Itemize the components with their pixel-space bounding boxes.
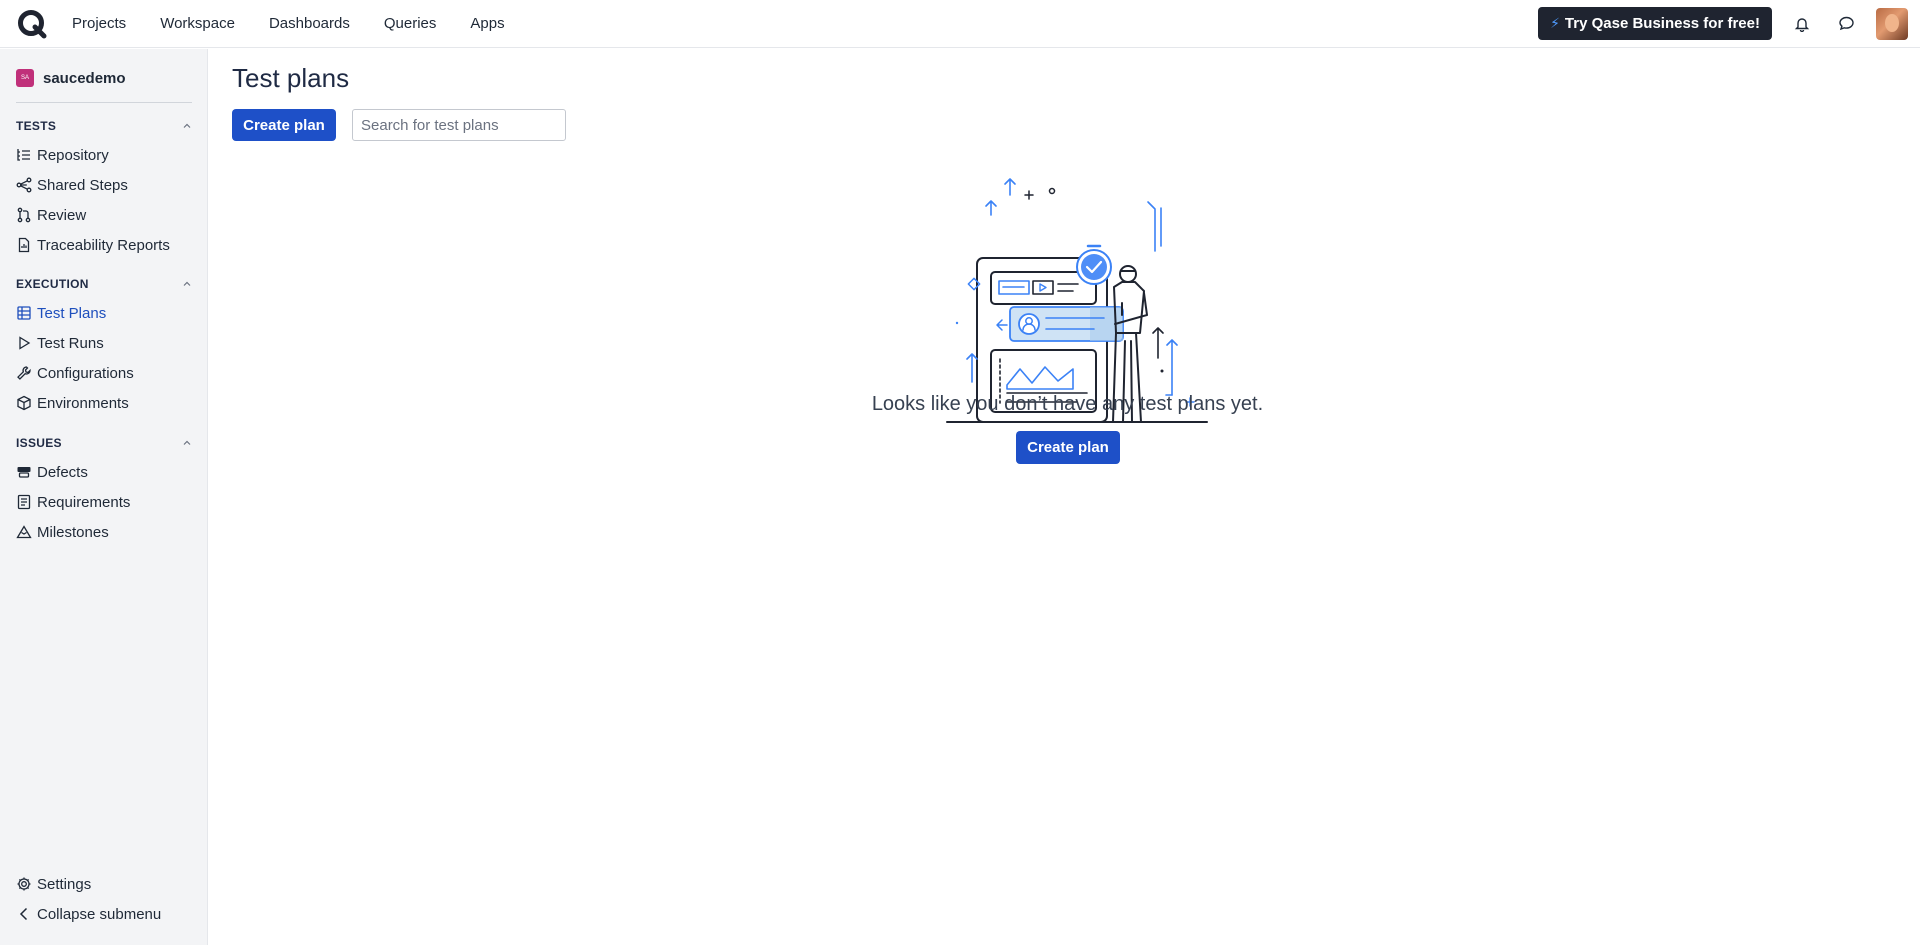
chat-icon[interactable] — [1832, 10, 1860, 38]
wrench-icon — [16, 365, 32, 381]
sidebar-item-label: Shared Steps — [37, 176, 128, 194]
sidebar: SA saucedemo TESTS Repository Shared Ste… — [0, 49, 208, 945]
box-icon — [16, 395, 32, 411]
section-title: TESTS — [16, 119, 57, 133]
section-tests-header[interactable]: TESTS — [0, 116, 208, 136]
shared-steps-icon — [16, 177, 32, 193]
sidebar-item-environments[interactable]: Environments — [0, 388, 208, 418]
section-execution-header[interactable]: EXECUTION — [0, 274, 208, 294]
sidebar-item-milestones[interactable]: Milestones — [0, 517, 208, 547]
repository-icon — [16, 147, 32, 163]
pull-request-icon — [16, 207, 32, 223]
section-title: ISSUES — [16, 436, 62, 450]
project-badge: SA — [16, 69, 34, 87]
sidebar-item-label: Defects — [37, 463, 88, 481]
nav-apps[interactable]: Apps — [470, 15, 504, 32]
lightning-icon: ⚡ — [1550, 15, 1560, 31]
create-plan-empty-button[interactable]: Create plan — [1016, 431, 1120, 464]
sidebar-item-label: Settings — [37, 875, 92, 893]
sidebar-item-defects[interactable]: Defects — [0, 457, 208, 487]
search-input[interactable] — [352, 109, 566, 141]
project-name: saucedemo — [43, 69, 126, 87]
play-icon — [16, 335, 32, 351]
try-business-label: Try Qase Business for free! — [1564, 15, 1760, 32]
empty-state-container: Looks like you don’t have any test plans… — [209, 393, 1920, 416]
section-tests: TESTS Repository Shared Steps Review Tra… — [0, 116, 208, 260]
bell-icon[interactable] — [1788, 10, 1816, 38]
report-icon — [16, 237, 32, 253]
nav-workspace[interactable]: Workspace — [160, 15, 235, 32]
test-plans-icon — [16, 305, 32, 321]
sidebar-bottom: Settings Collapse submenu — [0, 869, 208, 929]
page-title: Test plans — [232, 63, 350, 93]
chevron-up-icon — [183, 123, 191, 128]
sidebar-item-label: Repository — [37, 146, 109, 164]
sidebar-item-repository[interactable]: Repository — [0, 140, 208, 170]
sidebar-item-shared-steps[interactable]: Shared Steps — [0, 170, 208, 200]
empty-state-message: Looks like you don’t have any test plans… — [871, 393, 1264, 415]
sidebar-item-label: Configurations — [37, 364, 134, 382]
sidebar-item-label: Test Runs — [37, 334, 104, 352]
section-execution: EXECUTION Test Plans Test Runs Configura… — [0, 274, 208, 418]
project-selector[interactable]: SA saucedemo — [16, 69, 126, 87]
top-right-actions: ⚡ Try Qase Business for free! — [1538, 7, 1908, 40]
mountain-icon — [16, 524, 32, 540]
section-title: EXECUTION — [16, 277, 89, 291]
nav-projects[interactable]: Projects — [72, 15, 126, 32]
divider — [16, 102, 192, 103]
sidebar-item-settings[interactable]: Settings — [0, 869, 208, 899]
section-issues: ISSUES Defects Requirements Milestones — [0, 433, 208, 547]
empty-state-illustration — [946, 178, 1208, 423]
collapse-submenu-button[interactable]: Collapse submenu — [0, 899, 208, 929]
sidebar-item-label: Traceability Reports — [37, 236, 170, 254]
top-navbar: Projects Workspace Dashboards Queries Ap… — [0, 0, 1920, 48]
sidebar-item-label: Requirements — [37, 493, 131, 511]
defects-icon — [16, 464, 32, 480]
gear-icon — [16, 876, 32, 892]
sidebar-item-review[interactable]: Review — [0, 200, 208, 230]
section-issues-header[interactable]: ISSUES — [0, 433, 208, 453]
sidebar-item-label: Collapse submenu — [37, 905, 162, 923]
sidebar-item-traceability-reports[interactable]: Traceability Reports — [0, 230, 208, 260]
chevron-up-icon — [183, 281, 191, 286]
try-business-button[interactable]: ⚡ Try Qase Business for free! — [1538, 7, 1772, 40]
sidebar-item-configurations[interactable]: Configurations — [0, 358, 208, 388]
sidebar-item-label: Review — [37, 206, 87, 224]
qase-logo-icon[interactable] — [16, 8, 48, 40]
sidebar-item-label: Milestones — [37, 523, 109, 541]
sidebar-item-test-runs[interactable]: Test Runs — [0, 328, 208, 358]
nav-dashboards[interactable]: Dashboards — [269, 15, 350, 32]
sidebar-item-label: Test Plans — [37, 304, 107, 322]
sidebar-item-requirements[interactable]: Requirements — [0, 487, 208, 517]
main-content: Test plans Create plan Search for test p… — [209, 49, 1920, 945]
sidebar-item-label: Environments — [37, 394, 129, 412]
sidebar-item-test-plans[interactable]: Test Plans — [0, 298, 208, 328]
chevron-up-icon — [183, 440, 191, 445]
requirements-icon — [16, 494, 32, 510]
chevron-left-icon — [16, 906, 32, 922]
user-avatar[interactable] — [1876, 7, 1908, 40]
create-plan-button[interactable]: Create plan — [232, 109, 336, 141]
nav-queries[interactable]: Queries — [384, 15, 437, 32]
